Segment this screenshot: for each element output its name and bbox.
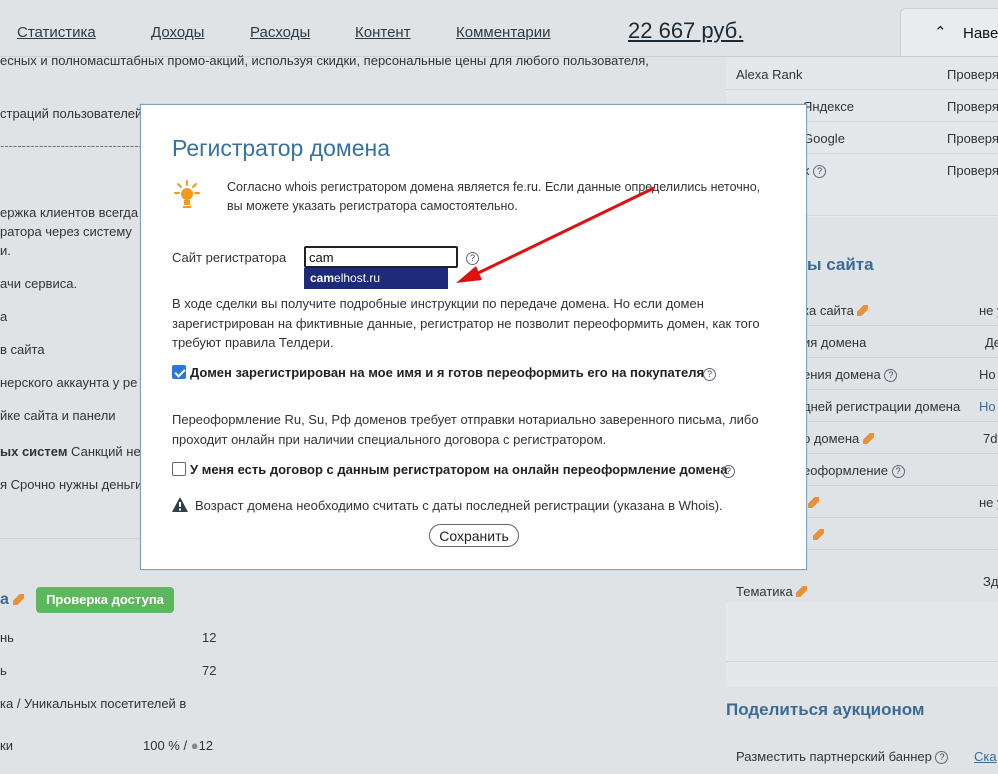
help-icon[interactable]: ? [703,368,716,381]
section-title: а [0,591,25,609]
description-line: а [0,309,8,324]
price-value: 22 667 руб. [628,18,744,43]
edit-pencil-icon[interactable] [796,586,808,597]
check-access-button[interactable]: Проверка доступа [36,587,174,613]
site-section-title: ы сайта [807,255,874,274]
description-line: ержка клиентов всегда [0,205,139,220]
help-icon[interactable]: ? [891,465,905,478]
owner-confirm-checkbox[interactable] [172,365,186,379]
stat-label: ки [0,738,13,753]
partner-banner-label: Разместить партнерский баннер ? [736,749,949,764]
stat-label: ка / Уникальных посетителей в [0,696,187,711]
edit-pencil-icon[interactable] [13,594,25,605]
description-line: ачи сервиса. [0,276,78,291]
description-line: я Срочно нужны деньги [0,477,143,492]
navigation-tab-label: Наве [963,25,998,42]
nav-expenses-link[interactable]: Расходы [250,24,310,41]
registrar-site-input[interactable] [304,246,458,268]
registrar-site-label: Сайт регистратора [172,250,287,265]
nav-statistics-link[interactable]: Статистика [17,24,96,41]
help-icon[interactable]: ? [935,751,949,764]
registrar-dialog: Регистратор домена Согласно whois регист… [140,104,807,570]
chevron-up-icon: ⌃ [934,24,947,41]
navigation-tab[interactable]: ⌃ Наве [900,8,998,58]
nav-income-link[interactable]: Доходы [151,24,204,41]
notary-letter-text: Переоформление Ru, Su, Рф доменов требуе… [172,412,759,447]
info-row: Alexa Rank Проверя [726,58,998,90]
edit-pencil-icon[interactable] [857,305,869,316]
dialog-title: Регистратор домена [172,135,391,161]
transfer-instructions-text: В ходе сделки вы получите подробные инст… [172,296,760,350]
description-line: и. [0,243,11,258]
banner-download-link[interactable]: Ска [974,749,997,764]
share-auction-title: Поделиться аукционом [726,700,925,719]
description-line: йке сайта и панели [0,408,116,423]
description-line: ых систем Санкций не [0,444,141,459]
description-line: в сайта [0,342,45,357]
help-icon[interactable]: ? [884,369,898,382]
help-icon[interactable]: ? [722,465,735,478]
autocomplete-suggestion[interactable]: camelhost.ru [304,268,448,289]
stat-label: ь [0,663,7,678]
stat-label: нь [0,630,14,645]
online-transfer-checkbox[interactable] [172,462,186,476]
save-button[interactable]: Сохранить [429,524,519,547]
help-icon[interactable]: ? [813,165,827,178]
theme-label: Тематика [736,584,808,599]
top-navigation: Статистика Доходы Расходы Контент Коммен… [0,0,998,58]
domain-age-warning: Возраст домена необходимо считать с даты… [195,498,723,513]
edit-pencil-icon[interactable] [813,529,824,540]
description-line: нерского аккаунта у ре [0,375,138,390]
description-line: страций пользователей [0,106,143,121]
edit-pencil-icon[interactable] [808,497,819,508]
help-icon[interactable]: ? [466,252,479,265]
owner-confirm-label[interactable]: Домен зарегистрирован на мое имя и я гот… [190,365,704,380]
nav-content-link[interactable]: Контент [355,24,411,41]
description-line: ратора через систему [0,224,132,239]
stat-value: 72 [202,663,217,678]
theme-value: Зд [983,574,998,589]
edit-pencil-icon[interactable] [862,433,874,444]
warning-icon [172,497,188,512]
whois-info-text: Согласно whois регистратором домена явля… [227,180,761,213]
section-divider [726,661,998,662]
description-line: есных и полномасштабных промо-акций, исп… [0,53,649,68]
stat-value: 100 % / ●12 [143,738,214,753]
nav-comments-link[interactable]: Комментарии [456,24,550,41]
stat-value: 12 [202,630,217,645]
user-icon: ● [190,738,199,753]
lightbulb-icon [174,180,200,208]
online-transfer-label[interactable]: У меня есть договор с данным регистратор… [190,462,727,477]
